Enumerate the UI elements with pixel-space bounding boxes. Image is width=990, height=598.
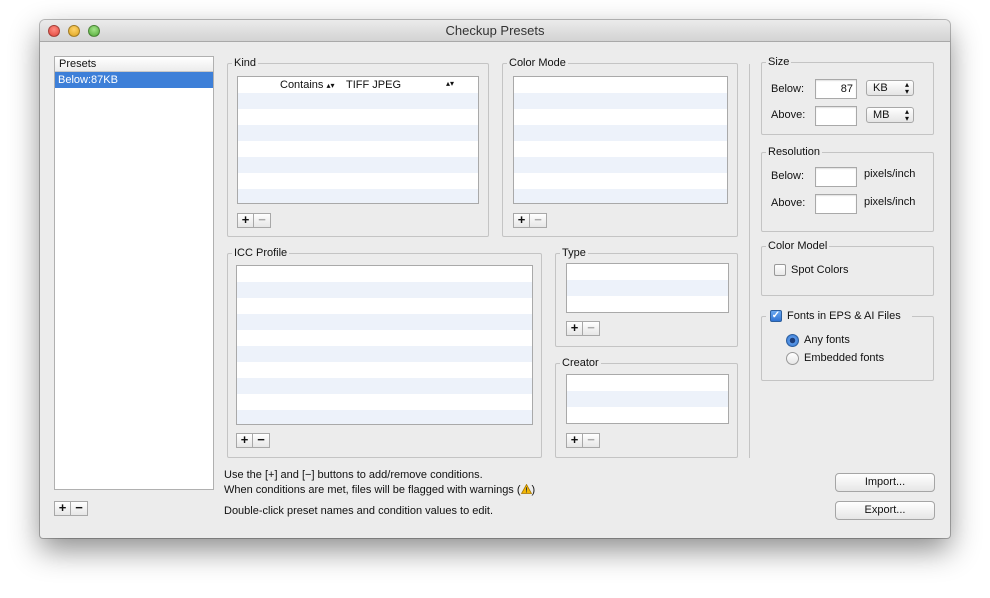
- size-below-unit-popup[interactable]: KB ▴ ▾: [866, 80, 914, 96]
- color-mode-label: Color Mode: [507, 57, 568, 70]
- any-fonts-radio[interactable]: [786, 334, 799, 347]
- vertical-divider: [749, 64, 750, 458]
- creator-group: Creator + −: [555, 357, 738, 458]
- preset-item[interactable]: Below:87KB: [55, 72, 213, 88]
- kind-value: TIFF JPEG: [346, 79, 401, 91]
- help-line-1: Use the [+] and [−] buttons to add/remov…: [224, 469, 483, 481]
- title-bar[interactable]: Checkup Presets: [40, 20, 950, 42]
- size-above-field[interactable]: [815, 106, 857, 126]
- resolution-above-unit: pixels/inch: [864, 196, 916, 208]
- help-line-2: When conditions are met, files will be f…: [224, 483, 535, 496]
- fonts-group: ✓ Fonts in EPS & AI Files Any fonts Embe…: [761, 309, 934, 381]
- type-label: Type: [560, 247, 588, 260]
- kind-value-cell[interactable]: TIFF JPEG ▴▾: [346, 79, 454, 91]
- remove-icc-profile-button[interactable]: −: [253, 433, 270, 448]
- window-title: Checkup Presets: [445, 23, 545, 38]
- help-line-2-text: When conditions are met, files will be f…: [224, 484, 521, 496]
- color-model-label: Color Model: [766, 240, 830, 253]
- spot-colors-checkbox[interactable]: [774, 264, 786, 276]
- presets-list[interactable]: Presets Below:87KB: [54, 56, 214, 490]
- fonts-checkbox[interactable]: ✓: [770, 310, 782, 322]
- type-group: Type + −: [555, 247, 738, 347]
- remove-preset-button[interactable]: −: [71, 501, 88, 516]
- resolution-above-label: Above:: [771, 197, 806, 209]
- resolution-group: Resolution Below: pixels/inch Above: pix…: [761, 146, 934, 232]
- icc-profile-table[interactable]: [236, 265, 533, 425]
- resolution-below-field[interactable]: [815, 167, 857, 187]
- color-mode-add-remove: + −: [513, 213, 547, 228]
- embedded-fonts-label: Embedded fonts: [804, 352, 885, 364]
- creator-add-remove: + −: [566, 433, 600, 448]
- help-line-2-end: ): [531, 484, 536, 496]
- remove-color-mode-button[interactable]: −: [530, 213, 547, 228]
- resolution-label: Resolution: [766, 146, 822, 159]
- resolution-below-unit: pixels/inch: [864, 168, 916, 180]
- kind-group: Kind Contains ▴▾ TIFF JPEG ▴▾ + −: [227, 57, 489, 237]
- popup-arrows-icon: ▴ ▾: [904, 80, 909, 96]
- checkup-presets-window: Checkup Presets Presets Below:87KB + − K…: [40, 20, 950, 538]
- export-button[interactable]: Export...: [835, 501, 935, 520]
- creator-label: Creator: [560, 357, 601, 370]
- size-below-unit: KB: [873, 82, 888, 94]
- icc-profile-add-remove: + −: [236, 433, 270, 448]
- fonts-label: Fonts in EPS & AI Files: [787, 310, 901, 322]
- remove-kind-condition-button[interactable]: −: [254, 213, 271, 228]
- add-kind-condition-button[interactable]: +: [237, 213, 254, 228]
- popup-arrows-icon: ▴ ▾: [904, 107, 909, 123]
- add-color-mode-button[interactable]: +: [513, 213, 530, 228]
- size-above-label: Above:: [771, 109, 806, 121]
- type-table[interactable]: [566, 263, 729, 313]
- add-type-button[interactable]: +: [566, 321, 583, 336]
- resolution-below-label: Below:: [771, 170, 805, 182]
- presets-header: Presets: [55, 57, 213, 72]
- icc-profile-label: ICC Profile: [232, 247, 290, 260]
- size-label: Size: [766, 56, 792, 69]
- kind-operator-cell[interactable]: Contains ▴▾: [280, 79, 335, 91]
- color-model-group: Color Model Spot Colors: [761, 240, 934, 296]
- spot-colors-label: Spot Colors: [791, 264, 849, 276]
- creator-table[interactable]: [566, 374, 729, 424]
- size-below-field[interactable]: 87: [815, 79, 857, 99]
- kind-label: Kind: [232, 57, 259, 70]
- help-line-3: Double-click preset names and condition …: [224, 505, 494, 517]
- add-preset-button[interactable]: +: [54, 501, 71, 516]
- icc-profile-group: ICC Profile + −: [227, 247, 542, 458]
- size-above-unit: MB: [873, 109, 890, 121]
- stepper-arrows-icon: ▴▾: [445, 79, 454, 88]
- warning-icon: [520, 483, 532, 494]
- size-above-unit-popup[interactable]: MB ▴ ▾: [866, 107, 914, 123]
- kind-add-remove: + −: [237, 213, 271, 228]
- add-icc-profile-button[interactable]: +: [236, 433, 253, 448]
- color-mode-group: Color Mode + −: [502, 57, 738, 237]
- type-add-remove: + −: [566, 321, 600, 336]
- remove-creator-button[interactable]: −: [583, 433, 600, 448]
- size-group: Size Below: 87 KB ▴ ▾ Above: MB ▴ ▾: [761, 56, 934, 135]
- resolution-above-field[interactable]: [815, 194, 857, 214]
- embedded-fonts-radio[interactable]: [786, 352, 799, 365]
- size-below-label: Below:: [771, 83, 805, 95]
- remove-type-button[interactable]: −: [583, 321, 600, 336]
- fonts-header: ✓ Fonts in EPS & AI Files: [766, 309, 912, 324]
- stepper-arrows-icon: ▴▾: [326, 81, 335, 90]
- import-button[interactable]: Import...: [835, 473, 935, 492]
- any-fonts-label: Any fonts: [804, 334, 850, 346]
- kind-operator: Contains: [280, 79, 324, 91]
- add-creator-button[interactable]: +: [566, 433, 583, 448]
- kind-conditions-table[interactable]: Contains ▴▾ TIFF JPEG ▴▾: [237, 76, 479, 204]
- presets-add-remove: + −: [54, 501, 88, 516]
- color-mode-table[interactable]: [513, 76, 728, 204]
